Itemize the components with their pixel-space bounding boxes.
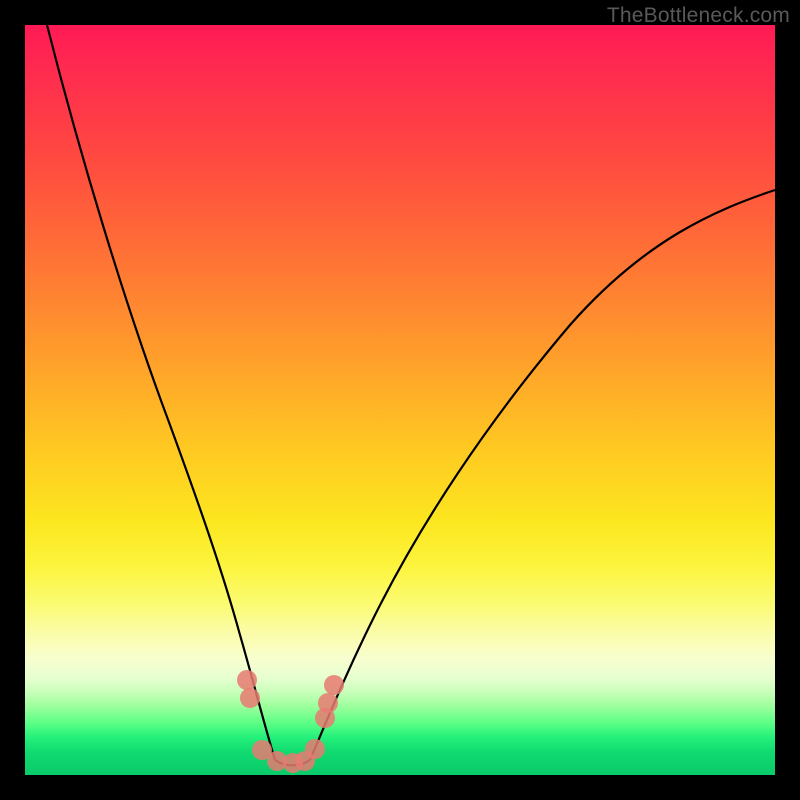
marker-dot bbox=[318, 693, 338, 713]
marker-dot bbox=[324, 675, 344, 695]
curve-right-branch bbox=[310, 190, 775, 760]
marker-group bbox=[237, 670, 344, 773]
marker-dot bbox=[305, 739, 325, 759]
marker-dot bbox=[240, 688, 260, 708]
watermark-text: TheBottleneck.com bbox=[607, 4, 790, 28]
marker-dot bbox=[237, 670, 257, 690]
curve-left-branch bbox=[47, 25, 275, 760]
plot-area bbox=[25, 25, 775, 775]
curve-layer bbox=[25, 25, 775, 775]
chart-frame: TheBottleneck.com bbox=[0, 0, 800, 800]
